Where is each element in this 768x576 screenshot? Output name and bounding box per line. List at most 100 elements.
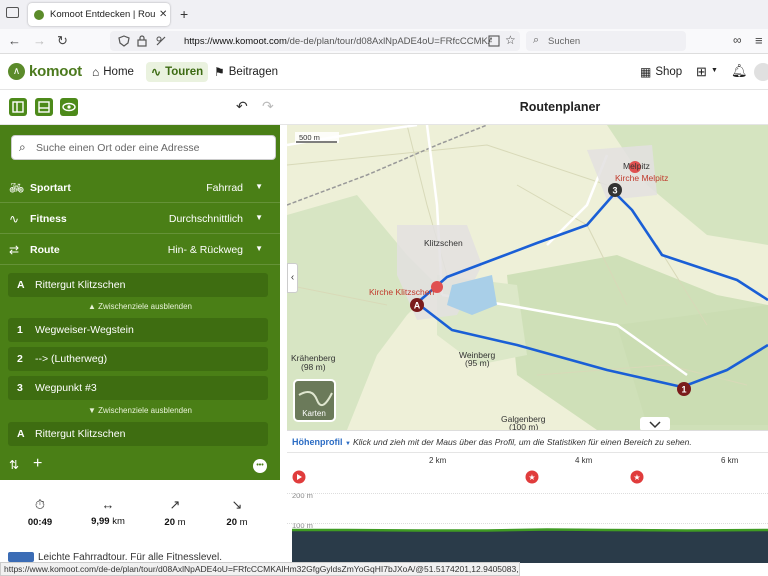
- map-marker-start[interactable]: A: [410, 298, 424, 312]
- location-search-input[interactable]: ⌕ Suche einen Ort oder eine Adresse: [11, 135, 276, 160]
- waypoint-name: Rittergut Klitzschen: [35, 279, 126, 291]
- map-layers-button[interactable]: Karten: [293, 379, 336, 422]
- stat-unit: km: [112, 516, 125, 527]
- bookmark-star-icon[interactable]: ☆: [505, 33, 516, 47]
- waypoint-3[interactable]: 3 Wegpunkt #3: [8, 376, 268, 400]
- nav-home-label: Home: [103, 66, 134, 78]
- new-tab-button[interactable]: +: [180, 6, 188, 22]
- stat-unit: m: [239, 517, 248, 528]
- permissions-icon[interactable]: [155, 35, 167, 47]
- route-settings-panel: ⌕ Suche einen Ort oder eine Adresse 🚲︎ S…: [0, 125, 280, 480]
- nav-shop[interactable]: ▦ Shop: [640, 62, 682, 82]
- stopwatch-icon: ⏱︎: [34, 497, 46, 512]
- stat-duration: ⏱︎ 00:49: [10, 497, 70, 528]
- waypoint-1[interactable]: 1 Wegweiser-Wegstein: [8, 318, 268, 342]
- forward-arrow-icon[interactable]: →: [33, 33, 46, 48]
- bottom-panel-icon: [38, 101, 50, 113]
- play-marker-icon[interactable]: [292, 470, 306, 484]
- highlight-marker-icon[interactable]: ★: [525, 470, 539, 484]
- setting-fitness[interactable]: ∿ Fitness Durchschnittlich ▼: [0, 203, 280, 234]
- map-label-kraehenberg-ele: (98 m): [301, 362, 326, 372]
- setting-label: Fitness: [30, 213, 67, 225]
- komoot-logo[interactable]: ∧ komoot: [8, 63, 82, 80]
- marker-label: 3: [612, 186, 617, 196]
- menu-icon[interactable]: ≡: [755, 33, 763, 48]
- redo-icon[interactable]: ↷: [262, 98, 274, 115]
- map-marker-3[interactable]: 3: [608, 183, 622, 197]
- nav-touren[interactable]: ∿ Touren: [146, 62, 209, 82]
- elevation-profile[interactable]: Höhenprofil ▼ Klick und zieh mit der Mau…: [287, 430, 768, 563]
- map-scale-label: 500 m: [299, 133, 320, 142]
- eye-icon: [62, 102, 76, 112]
- url-bar[interactable]: https://www.komoot.com/de-de/plan/tour/d…: [110, 31, 520, 51]
- setting-value: Fahrrad: [206, 182, 243, 194]
- chevron-down-icon: ▼: [255, 213, 263, 222]
- browser-status-bar: https://www.komoot.com/de-de/plan/tour/d…: [0, 562, 520, 576]
- reader-view-icon[interactable]: [488, 35, 500, 47]
- back-arrow-icon[interactable]: ←: [8, 33, 21, 48]
- collapse-profile-button[interactable]: [640, 417, 670, 430]
- marker-label: 1: [681, 385, 686, 395]
- profile-toggle-button[interactable]: [35, 98, 53, 116]
- add-waypoint-icon[interactable]: +: [33, 455, 42, 473]
- waypoint-name: --> (Lutherweg): [35, 353, 108, 365]
- setting-route[interactable]: ⇄ Route Hin- & Rückweg ▼: [0, 234, 280, 265]
- route-icon: ∿: [151, 65, 162, 79]
- toggle-label: Zwischenziele ausblenden: [98, 406, 192, 415]
- chevron-down-icon[interactable]: ▼: [711, 67, 718, 74]
- waypoint-actions: ⇅ + •••: [0, 453, 280, 480]
- avatar[interactable]: [754, 63, 768, 81]
- tour-stats: ⏱︎ 00:49 ↔ 9,99 km ↗ 20 m ↘ 20 m: [0, 497, 287, 547]
- nav-touren-label: Touren: [165, 66, 204, 78]
- undo-icon[interactable]: ↶: [236, 98, 248, 115]
- komoot-favicon-icon: [34, 9, 44, 20]
- tab-close-icon[interactable]: ✕: [159, 9, 167, 20]
- more-options-icon[interactable]: •••: [253, 459, 267, 473]
- reload-icon[interactable]: ↻: [57, 33, 68, 49]
- waypoint-end[interactable]: A Rittergut Klitzschen: [8, 422, 268, 446]
- waypoint-marker: A: [17, 279, 25, 291]
- highlight-marker-icon[interactable]: ★: [630, 470, 644, 484]
- map-layers-label: Karten: [302, 409, 326, 418]
- url-host: https://www.komoot.com: [184, 36, 287, 47]
- setting-value: Durchschnittlich: [168, 213, 243, 225]
- add-plus-icon[interactable]: ⊞: [696, 64, 707, 80]
- tab-overview-icon[interactable]: [6, 7, 19, 18]
- page-title: Routenplaner: [519, 100, 601, 114]
- route-map[interactable]: A 3 1 Melpitz Kirche Melpitz Klitzschen …: [287, 125, 768, 430]
- visibility-toggle-button[interactable]: [60, 98, 78, 116]
- lock-icon[interactable]: [137, 35, 147, 47]
- reverse-route-icon[interactable]: ⇅: [9, 458, 19, 472]
- map-marker-1[interactable]: 1: [677, 382, 691, 396]
- extensions-icon[interactable]: ∞: [733, 33, 742, 47]
- browser-search-input[interactable]: ⌕ Suchen: [526, 31, 686, 51]
- distance-icon: ↔: [101, 497, 115, 512]
- sidebar-toggle-button[interactable]: [9, 98, 27, 116]
- toggle-intermediate-waypoints[interactable]: ▲ Zwischenziele ausblenden: [0, 302, 280, 311]
- stat-value: 00:49: [27, 517, 53, 528]
- url-path: /de-de/plan/tour/d08AxlNpADE4oU=FRfcCCMK…: [286, 36, 492, 47]
- stat-value: 20: [164, 517, 175, 528]
- shield-icon[interactable]: [118, 35, 130, 47]
- browser-tab[interactable]: Komoot Entdecken | Routen und Touren ✕: [28, 3, 170, 26]
- collapse-sidebar-button[interactable]: ‹: [287, 263, 298, 293]
- browser-search-placeholder: Suchen: [548, 36, 581, 47]
- map-canvas[interactable]: A 3 1 Melpitz Kirche Melpitz Klitzschen …: [287, 125, 768, 430]
- url-text: https://www.komoot.com/de-de/plan/tour/d…: [184, 36, 492, 47]
- bell-icon[interactable]: 🔔︎: [731, 63, 748, 79]
- toggle-intermediate-waypoints-bottom[interactable]: ▼ Zwischenziele ausblenden: [0, 406, 280, 415]
- setting-label: Route: [30, 244, 60, 256]
- contribute-icon: ⚑: [214, 65, 225, 79]
- setting-sportart[interactable]: 🚲︎ Sportart Fahrrad ▼: [0, 172, 280, 203]
- waypoint-2[interactable]: 2 --> (Lutherweg): [8, 347, 268, 371]
- bicycle-icon: 🚲︎: [9, 181, 25, 195]
- chevron-down-icon: ▼: [255, 244, 263, 253]
- stat-value: 9,99: [91, 516, 110, 527]
- waypoint-start[interactable]: A Rittergut Klitzschen: [8, 273, 268, 297]
- nav-shop-label: Shop: [655, 66, 683, 78]
- waypoint-name: Wegpunkt #3: [35, 382, 97, 394]
- stat-value: 20: [226, 517, 237, 528]
- pulse-icon: ∿: [9, 212, 20, 226]
- nav-home[interactable]: ⌂ Home: [92, 62, 134, 82]
- nav-beitragen[interactable]: ⚑ Beitragen: [214, 62, 278, 82]
